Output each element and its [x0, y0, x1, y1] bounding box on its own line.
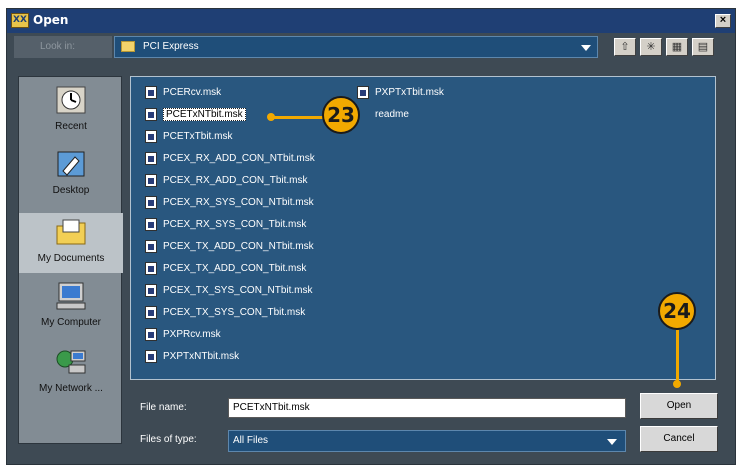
file-icon [145, 305, 157, 319]
open-button[interactable]: Open [640, 393, 718, 419]
place-label: My Network ... [39, 383, 103, 394]
dialog-title: Open [33, 13, 69, 27]
file-icon [145, 217, 157, 231]
list-item[interactable]: PCETxTbit.msk [145, 129, 232, 145]
file-icon [145, 239, 157, 253]
place-recent[interactable]: Recent [19, 81, 123, 141]
recent-icon [56, 86, 86, 114]
file-icon [145, 349, 157, 363]
list-view-icon: ▦ [671, 41, 683, 53]
place-my-computer[interactable]: My Computer [19, 277, 123, 337]
list-item[interactable]: PCEX_RX_SYS_CON_NTbit.msk [145, 195, 314, 211]
place-my-documents[interactable]: My Documents [19, 213, 123, 273]
up-folder-icon: ⇧ [620, 41, 630, 53]
list-item[interactable]: PCEX_RX_ADD_CON_Tbit.msk [145, 173, 307, 189]
chevron-down-icon [607, 439, 617, 445]
look-in-label: Look in: [14, 36, 112, 58]
app-icon: XX [11, 13, 29, 28]
place-desktop[interactable]: Desktop [19, 145, 123, 205]
file-icon [145, 129, 157, 143]
file-icon [145, 107, 157, 121]
new-folder-icon: ✳ [646, 41, 656, 53]
details-view-icon: ▤ [697, 41, 709, 53]
callout-23: 23 [322, 96, 360, 134]
my-documents-icon [56, 219, 86, 245]
file-icon [145, 261, 157, 275]
list-item[interactable]: PCEX_TX_SYS_CON_NTbit.msk [145, 283, 313, 299]
file-icon [145, 85, 157, 99]
look-in-dropdown[interactable]: PCI Express [114, 36, 598, 58]
folder-icon [121, 41, 135, 52]
list-item[interactable]: PCEX_TX_SYS_CON_Tbit.msk [145, 305, 305, 321]
list-item-selected[interactable]: PCETxNTbit.msk [145, 107, 246, 123]
cancel-button[interactable]: Cancel [640, 426, 718, 452]
list-view-button[interactable]: ▦ [666, 38, 688, 56]
list-item[interactable]: PCEX_TX_ADD_CON_NTbit.msk [145, 239, 314, 255]
list-item[interactable]: PCEX_RX_ADD_CON_NTbit.msk [145, 151, 315, 167]
list-item[interactable]: PCEX_TX_ADD_CON_Tbit.msk [145, 261, 306, 277]
file-icon [145, 327, 157, 341]
file-icon [357, 85, 369, 99]
title-bar: XX Open × [7, 9, 735, 33]
place-label: My Documents [37, 253, 105, 264]
desktop-icon [57, 151, 85, 177]
list-item[interactable]: readme [357, 107, 409, 123]
places-bar: Recent Desktop My Documents My Computer … [18, 76, 123, 444]
new-folder-button[interactable]: ✳ [640, 38, 662, 56]
chevron-down-icon [581, 45, 591, 51]
place-label: Recent [55, 121, 87, 132]
my-computer-icon [56, 282, 86, 310]
list-item[interactable]: PXPTxTbit.msk [357, 85, 444, 101]
list-item[interactable]: PCERcv.msk [145, 85, 221, 101]
callout-23-dot [267, 113, 275, 121]
place-label: Desktop [52, 185, 90, 196]
network-icon [56, 350, 86, 374]
list-item[interactable]: PCEX_RX_SYS_CON_Tbit.msk [145, 217, 306, 233]
close-button[interactable]: × [715, 14, 731, 28]
file-type-label: Files of type: [140, 434, 197, 445]
file-list[interactable]: PCERcv.msk PCETxNTbit.msk PCETxTbit.msk … [130, 76, 716, 380]
look-in-value: PCI Express [143, 41, 199, 52]
file-icon [145, 195, 157, 209]
details-view-button[interactable]: ▤ [692, 38, 714, 56]
callout-24-dot [673, 380, 681, 388]
up-folder-button[interactable]: ⇧ [614, 38, 636, 56]
file-type-dropdown[interactable]: All Files [228, 430, 626, 452]
place-label: My Computer [40, 317, 101, 328]
place-my-network[interactable]: My Network ... [19, 343, 123, 403]
file-icon [145, 173, 157, 187]
file-type-value: All Files [233, 435, 269, 446]
callout-24-line [676, 330, 679, 382]
file-icon [145, 283, 157, 297]
callout-24: 24 [658, 292, 696, 330]
file-name-label: File name: [140, 402, 187, 413]
list-item[interactable]: PXPTxNTbit.msk [145, 349, 239, 365]
callout-23-line [271, 116, 325, 119]
file-icon [145, 151, 157, 165]
list-item[interactable]: PXPRcv.msk [145, 327, 221, 343]
file-name-input[interactable]: PCETxNTbit.msk [228, 398, 626, 418]
